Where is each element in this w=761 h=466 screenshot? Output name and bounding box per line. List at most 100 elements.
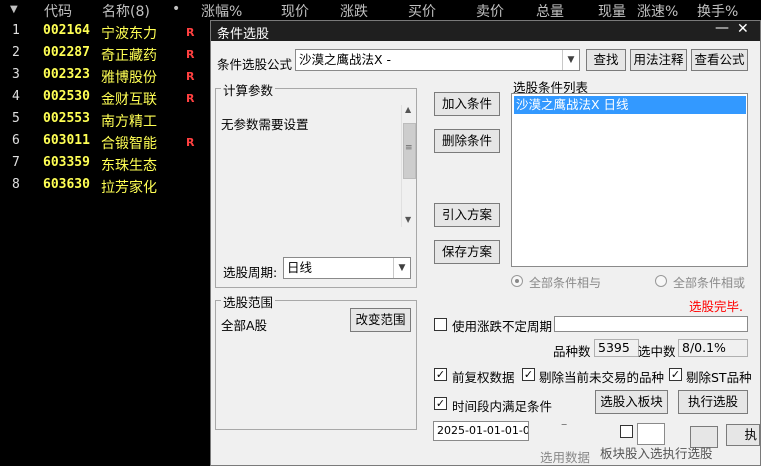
scroll-down-arrow-icon[interactable]: ▼ [405,215,411,224]
stock-code: 603630 [43,177,90,192]
add-condition-button[interactable]: 加入条件 [434,92,500,116]
row-index: 7 [12,155,20,170]
import-scheme-button[interactable]: 引入方案 [434,203,500,227]
col-cur-volume[interactable]: 现量 [598,1,626,21]
period-select[interactable]: 日线 ▼ [283,257,411,279]
table-row[interactable]: 3 002323 雅博股份 R [0,65,210,87]
exclude-notrade-checkbox[interactable]: ✓ [522,368,535,381]
dialog-titlebar[interactable]: 条件选股 — ✕ [211,20,760,42]
exclude-st-label: 剔除ST品种 [686,370,752,385]
scroll-down-icon[interactable]: ▼ [10,4,18,15]
table-row[interactable]: 4 002530 金财互联 R [0,87,210,109]
table-row[interactable]: 8 603630 拉芳家化 [0,175,210,197]
partial-execute-button[interactable]: 执 [726,424,760,446]
table-row[interactable]: 6 603011 合锻智能 R [0,131,210,153]
table-header: ▼ 代码 名称(8) • 涨幅% 现价 涨跌 买价 卖价 总量 现量 涨速% 换… [0,0,761,20]
row-index: 2 [12,45,20,60]
row-index: 6 [12,133,20,148]
dialog-title: 条件选股 [217,27,270,42]
condition-list[interactable]: 沙漠之鹰战法X 日线 [511,93,748,267]
extra-field-1[interactable] [637,423,665,445]
stock-name: 拉芳家化 [101,180,157,196]
stock-code: 002323 [43,67,90,82]
selected-value: 8/0.1% [678,339,748,357]
stock-name: 合锻智能 [101,136,157,152]
table-row[interactable]: 7 603359 东珠生态 [0,153,210,175]
range-group-title: 选股范围 [221,292,276,311]
execute-button[interactable]: 执行选股 [678,390,748,414]
usage-button[interactable]: 用法注释 [630,49,687,71]
stock-name: 宁波东力 [101,26,157,42]
formula-label: 条件选股公式 [217,57,293,72]
extra-checkbox[interactable] [620,425,633,438]
find-button[interactable]: 查找 [586,49,626,71]
params-scrollbar[interactable]: ▲ ≡ ▼ [401,105,416,227]
count-value: 5395 [594,339,639,357]
dash-text: – [561,416,568,431]
selected-label: 选中数 [638,344,676,359]
save-scheme-button[interactable]: 保存方案 [434,240,500,264]
stock-code: 002530 [43,89,90,104]
add-to-block-button[interactable]: 选股入板块 [595,390,668,414]
formula-value: 沙漠之鹰战法X - [299,52,392,67]
close-icon[interactable]: ✕ [737,21,749,37]
change-range-button[interactable]: 改变范围 [350,308,411,332]
stock-selection-dialog: 条件选股 — ✕ 条件选股公式 沙漠之鹰战法X - ▼ 查找 用法注释 查看公式… [210,20,761,466]
col-turnover[interactable]: 换手% [697,1,738,21]
chevron-down-icon[interactable]: ▼ [562,50,579,70]
table-row[interactable]: 5 002553 南方精工 [0,109,210,131]
stock-name: 奇正藏药 [101,48,157,64]
exclude-notrade-label: 剔除当前未交易的品种 [539,370,665,385]
row-index: 8 [12,177,20,192]
chevron-down-icon[interactable]: ▼ [393,258,410,278]
col-name[interactable]: 名称(8) [102,1,150,21]
fq-checkbox[interactable]: ✓ [434,368,447,381]
stock-name: 东珠生态 [101,158,157,174]
row-index: 5 [12,111,20,126]
radio-and-label: 全部条件相与 [529,276,602,290]
minimize-icon[interactable]: — [715,20,729,36]
margin-flag: R [186,48,195,61]
date-input[interactable]: 2025-01-01-01-01 [433,421,529,441]
radio-or[interactable] [655,275,667,287]
col-price[interactable]: 现价 [281,1,309,21]
col-bid[interactable]: 买价 [408,1,436,21]
stock-code: 603011 [43,133,90,148]
table-row[interactable]: 1 002164 宁波东力 R [0,21,210,43]
delete-condition-button[interactable]: 删除条件 [434,129,500,153]
list-item[interactable]: 沙漠之鹰战法X 日线 [514,96,746,114]
stock-code: 002287 [43,45,90,60]
margin-flag: R [186,70,195,83]
col-volume[interactable]: 总量 [536,1,564,21]
row-index: 4 [12,89,20,104]
fq-label: 前复权数据 [452,370,515,385]
radio-or-label: 全部条件相或 [673,276,746,290]
col-code[interactable]: 代码 [44,1,72,21]
stock-name: 金财互联 [101,92,157,108]
row-index: 3 [12,67,20,82]
bottom-text-block: 板块股入选执行选股 [600,446,713,461]
table-row[interactable]: 2 002287 奇正藏药 R [0,43,210,65]
view-formula-button[interactable]: 查看公式 [691,49,748,71]
scroll-up-icon[interactable]: ▲ [405,105,411,114]
radio-and[interactable] [511,275,523,287]
time-range-checkbox[interactable]: ✓ [434,397,447,410]
stock-name: 南方精工 [101,114,157,130]
params-group-title: 计算参数 [221,80,276,99]
margin-flag: R [186,136,195,149]
range-value: 全部A股 [221,318,268,333]
margin-flag: R [186,26,195,39]
formula-select[interactable]: 沙漠之鹰战法X - ▼ [295,49,580,71]
col-speed[interactable]: 涨速% [637,1,678,21]
col-change[interactable]: 涨跌 [340,1,368,21]
uncertain-period-input[interactable] [554,316,748,332]
exclude-st-checkbox[interactable]: ✓ [669,368,682,381]
uncertain-period-checkbox[interactable] [434,318,447,331]
col-change-pct[interactable]: 涨幅% [201,1,242,21]
done-status: 选股完毕. [689,299,743,314]
time-range-label: 时间段内满足条件 [452,399,553,414]
bottom-text-data: 选用数据 [540,450,591,465]
col-dot: • [172,1,181,17]
col-ask[interactable]: 卖价 [476,1,504,21]
grip-icon: ≡ [405,143,413,153]
